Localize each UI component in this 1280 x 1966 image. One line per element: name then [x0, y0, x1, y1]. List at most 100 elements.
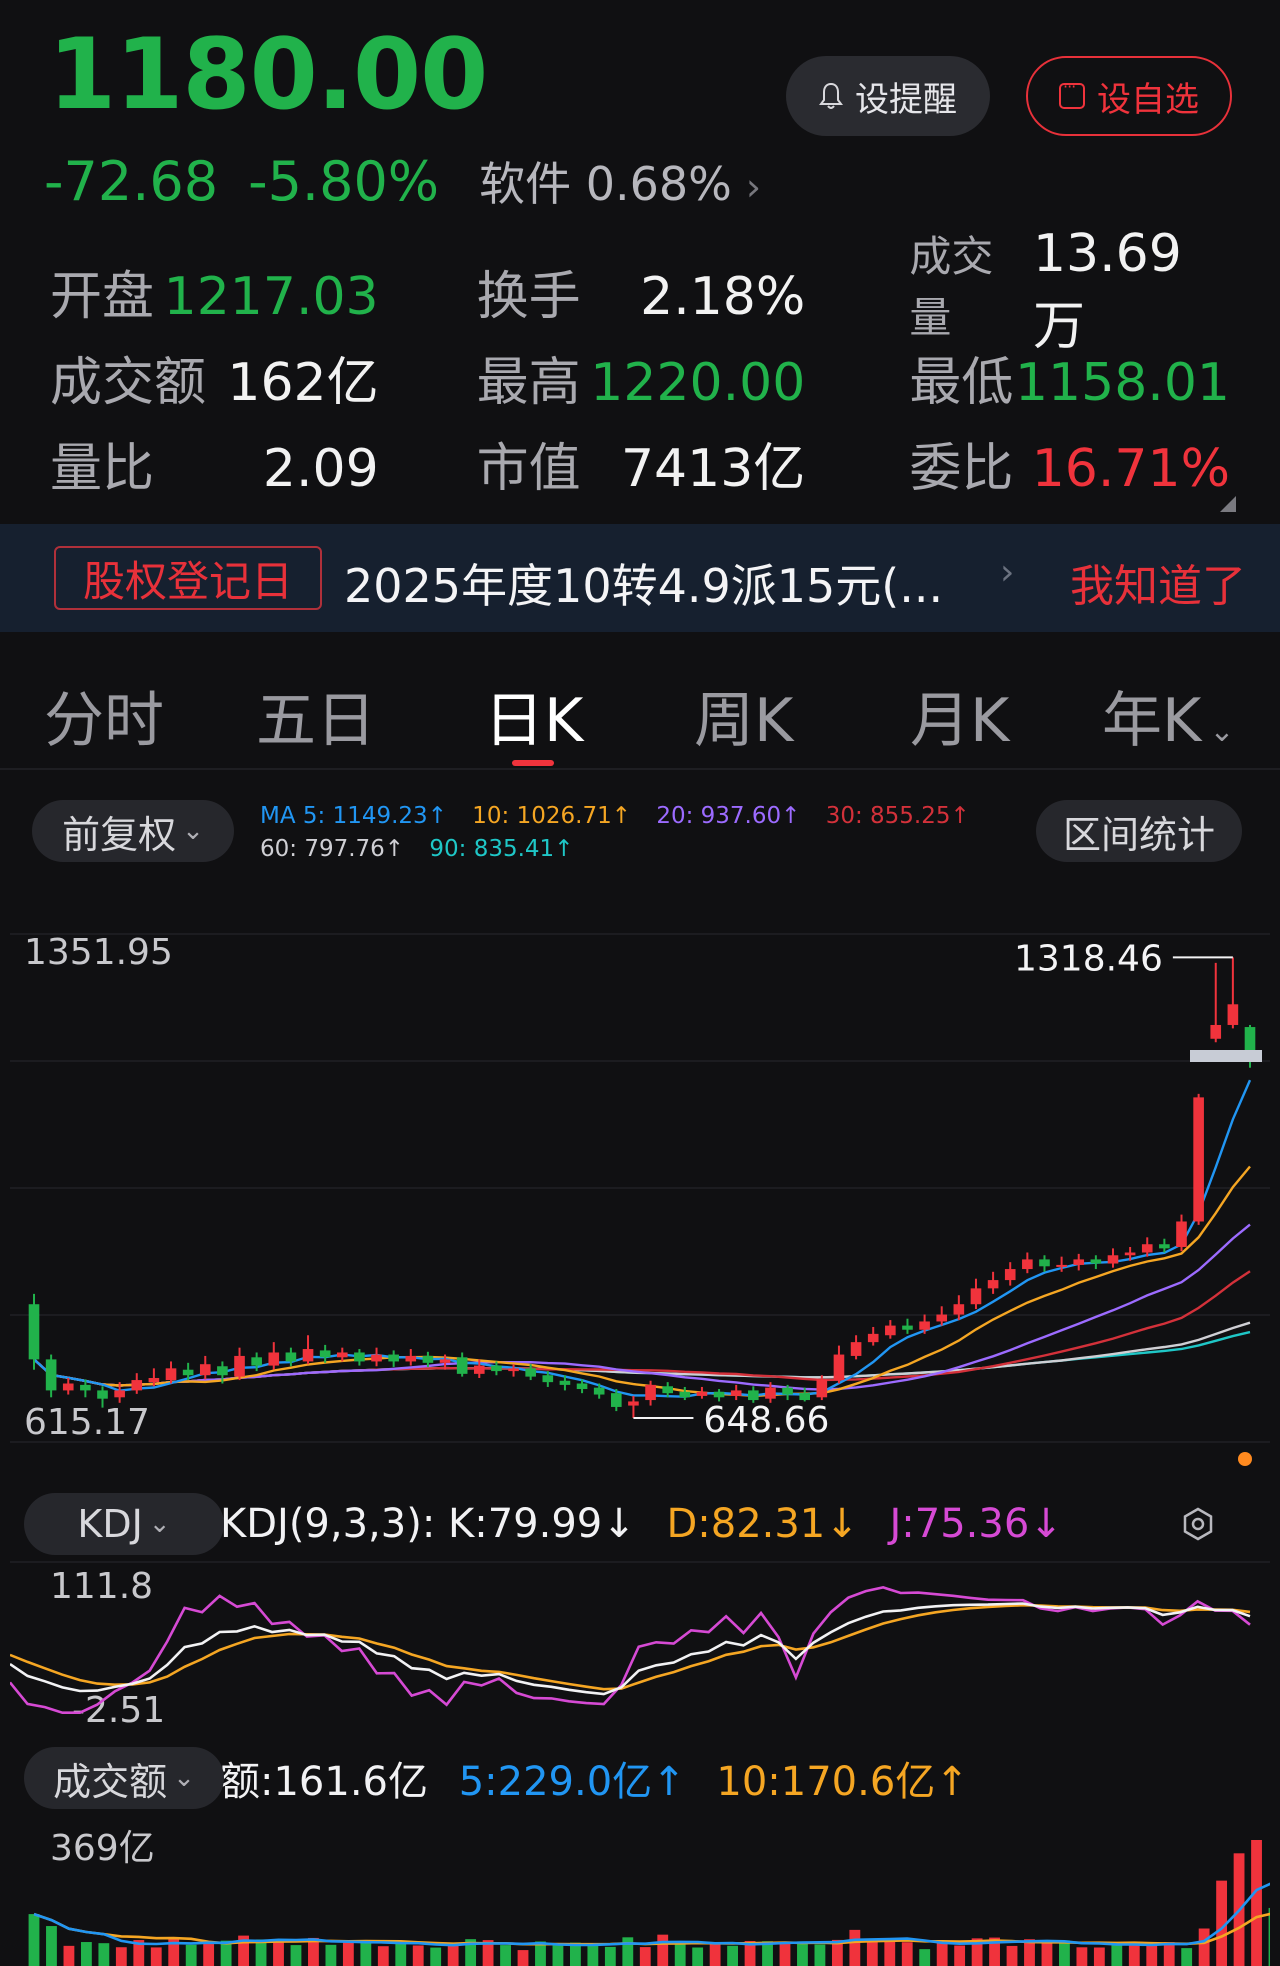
volume-values: 额:161.6亿 5:229.0亿↑ 10:170.6亿↑ — [220, 1749, 969, 1807]
volume-ma-line — [33, 1880, 1275, 1947]
candle-body — [1244, 1027, 1256, 1053]
candle-body — [80, 1384, 91, 1391]
candle-body — [319, 1350, 331, 1358]
expand-corner-icon[interactable] — [1220, 496, 1236, 512]
stats-row: 成交额 162亿 最高 1220.00 最低 1158.01 — [50, 334, 1230, 420]
y-axis-min-label: 615.17 — [24, 1402, 150, 1443]
volume-bar — [1111, 1943, 1123, 1966]
candle-body — [405, 1355, 417, 1362]
candle-body — [902, 1325, 913, 1330]
candle-body — [422, 1355, 434, 1363]
notice-tag: 股权登记日 — [54, 546, 322, 610]
low-marker-label: 648.66 — [703, 1400, 829, 1441]
candle-body — [936, 1314, 948, 1322]
tab-weekly-k[interactable]: 周K — [694, 672, 793, 759]
volume-select[interactable]: 成交额 ⌄ — [24, 1747, 224, 1809]
ma-legend-row: 60: 797.76↑ 90: 835.41↑ — [260, 833, 988, 866]
chevron-down-icon: ⌄ — [148, 1509, 171, 1539]
candle-body — [748, 1390, 759, 1401]
kdj-chart[interactable]: 111.8 -2.51 — [8, 1560, 1270, 1732]
volume-bar — [150, 1947, 162, 1966]
volume-bar — [552, 1945, 564, 1966]
volume-bar — [674, 1943, 686, 1966]
add-watchlist-button[interactable]: 设自选 — [1026, 56, 1232, 136]
candle-body — [371, 1354, 382, 1362]
candle-body — [302, 1349, 314, 1362]
volume-bar — [98, 1943, 110, 1966]
candle-body — [182, 1369, 194, 1376]
volume-bar — [901, 1942, 913, 1966]
candle-body — [28, 1304, 40, 1360]
volume-bar — [28, 1914, 40, 1966]
candle-body — [114, 1390, 125, 1398]
dismiss-notice-button[interactable]: 我知道了 — [1070, 550, 1246, 614]
volume-bar — [936, 1941, 948, 1966]
range-stats-button[interactable]: 区间统计 — [1036, 800, 1242, 862]
kdj-max-label: 111.8 — [50, 1566, 153, 1607]
stat-value: 16.71% — [1031, 438, 1230, 499]
kdj-d: D:82.31↓ — [666, 1501, 859, 1547]
candle-body — [1056, 1264, 1067, 1267]
current-price-band — [1190, 1050, 1262, 1063]
volume-bar — [1093, 1947, 1105, 1966]
change-row: -72.68 -5.80% 软件 0.68% › — [44, 148, 761, 214]
tab-monthly-k[interactable]: 月K — [910, 672, 1009, 759]
chevron-right-icon[interactable]: › — [746, 165, 761, 209]
volume-bar — [814, 1944, 826, 1966]
tab-intraday[interactable]: 分时 — [44, 672, 164, 759]
volume-bar — [1146, 1942, 1158, 1966]
stat-label: 成交量 — [909, 232, 994, 342]
stat-value: 162亿 — [227, 352, 379, 413]
volume-bar — [273, 1939, 284, 1966]
volume-bar — [797, 1941, 808, 1966]
candle-body — [662, 1386, 673, 1394]
volume-amount: 额:161.6亿 — [220, 1759, 428, 1805]
gear-icon[interactable] — [1180, 1506, 1216, 1542]
sector-link[interactable]: 软件 0.68% — [479, 148, 732, 214]
stat-label: 量比 — [50, 438, 155, 499]
ma-line — [33, 1321, 1251, 1387]
volume-bar — [63, 1945, 75, 1966]
volume-select-label: 成交额 — [53, 1759, 168, 1804]
candle-body — [1227, 1004, 1239, 1025]
adjust-select[interactable]: 前复权 ⌄ — [32, 800, 234, 862]
ma-item: 60: 797.76↑ — [260, 836, 405, 862]
volume-bar — [203, 1944, 215, 1966]
candle-body — [611, 1393, 622, 1407]
candle-body — [885, 1325, 896, 1336]
stats-row: 量比 2.09 市值 7413亿 委比 16.71% — [50, 420, 1230, 506]
volume-bar — [500, 1945, 511, 1966]
candle-body — [1039, 1259, 1050, 1267]
tab-daily-k[interactable]: 日K — [484, 672, 583, 759]
candle-body — [1073, 1259, 1085, 1265]
volume-bar — [1006, 1945, 1018, 1966]
candle-body — [199, 1364, 211, 1376]
tab-yearly-k[interactable]: 年K ⌄ — [1102, 672, 1235, 759]
candle-body — [867, 1333, 879, 1343]
candle-body — [730, 1390, 742, 1396]
tab-yearly-k-label: 年K — [1102, 686, 1202, 756]
notice-text[interactable]: 2025年度10转4.9派15元(... — [344, 550, 943, 616]
indicator-select[interactable]: KDJ ⌄ — [24, 1493, 224, 1555]
tab-five-day[interactable]: 五日 — [256, 672, 376, 759]
volume-bar — [80, 1942, 92, 1966]
ma-item: 10: 1026.71↑ — [472, 803, 631, 829]
bell-icon — [819, 82, 843, 109]
candle-body — [1107, 1255, 1119, 1264]
sector-name: 软件 — [479, 157, 572, 211]
volume-bar — [447, 1945, 459, 1966]
volume-chart[interactable]: 369亿 — [10, 1820, 1280, 1966]
stat-value: 7413亿 — [620, 438, 806, 499]
notice-banner[interactable]: 股权登记日 2025年度10转4.9派15元(... › 我知道了 — [0, 524, 1280, 632]
candle-body — [473, 1365, 485, 1374]
volume-ma10: 10:170.6亿↑ — [716, 1759, 969, 1805]
ma-line — [33, 1165, 1251, 1398]
volume-bar — [639, 1947, 651, 1966]
volume-bar — [377, 1946, 389, 1966]
candle-body — [850, 1342, 862, 1356]
volume-bar — [185, 1944, 197, 1966]
set-alert-button[interactable]: 设提醒 — [786, 56, 990, 136]
kline-chart[interactable]: 1351.95 615.17 1318.46 648.66 — [10, 878, 1270, 1472]
chevron-right-icon[interactable]: › — [1000, 552, 1014, 593]
volume-bar — [884, 1940, 896, 1966]
